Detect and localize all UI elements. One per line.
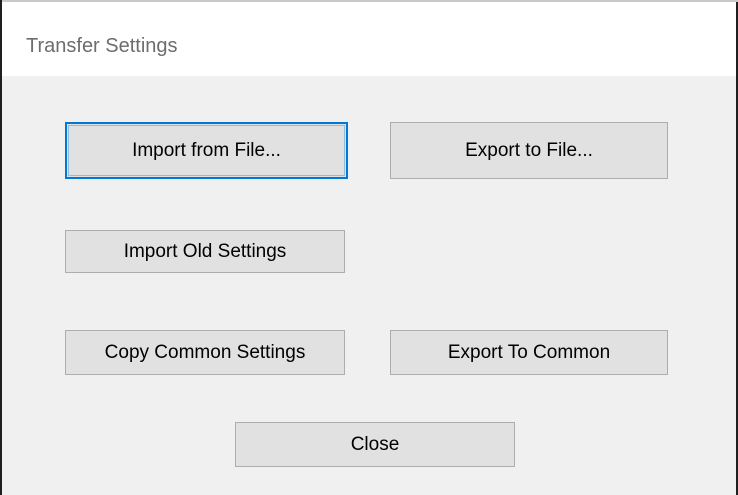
export-to-common-button[interactable]: Export To Common — [390, 330, 668, 375]
import-old-settings-button[interactable]: Import Old Settings — [65, 230, 345, 273]
dialog-body: Import from File... Export to File... Im… — [2, 76, 736, 495]
window-title: Transfer Settings — [26, 35, 178, 57]
import-from-file-button[interactable]: Import from File... — [65, 122, 348, 179]
transfer-settings-dialog: Transfer Settings Import from File... Ex… — [0, 0, 738, 495]
copy-common-settings-button[interactable]: Copy Common Settings — [65, 330, 345, 375]
export-to-file-button[interactable]: Export to File... — [390, 122, 668, 179]
close-button[interactable]: Close — [235, 422, 515, 467]
title-bar[interactable]: Transfer Settings — [2, 2, 736, 76]
